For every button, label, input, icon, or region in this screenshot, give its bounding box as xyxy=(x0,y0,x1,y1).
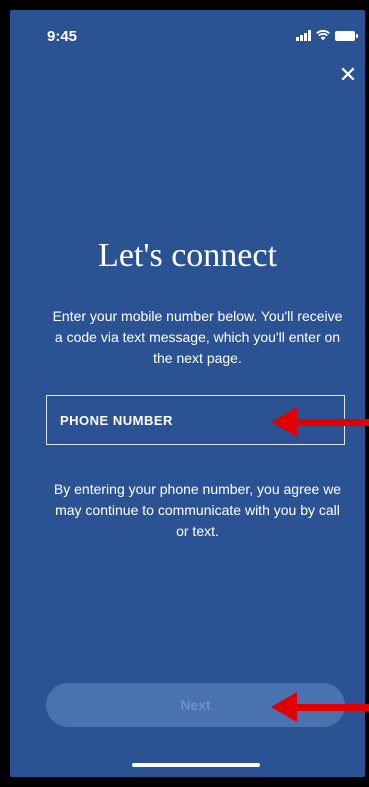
close-button[interactable]: ✕ xyxy=(337,64,359,86)
annotation-arrow-phone xyxy=(271,407,369,437)
app-screen: 9:45 ✕ Let's connect Enter your mobile n… xyxy=(10,10,365,777)
close-icon: ✕ xyxy=(338,62,358,87)
page-title: Let's connect xyxy=(98,237,277,274)
instructions-text: Enter your mobile number below. You'll r… xyxy=(52,308,343,366)
signal-icon xyxy=(296,30,311,41)
annotation-arrow-next xyxy=(271,692,369,722)
status-icons xyxy=(296,30,358,41)
wifi-icon xyxy=(316,30,330,41)
battery-icon xyxy=(335,30,358,41)
arrow-shaft xyxy=(297,703,369,711)
status-time: 9:45 xyxy=(47,28,78,45)
arrow-shaft xyxy=(297,418,369,426)
arrow-head xyxy=(271,692,297,722)
home-indicator xyxy=(132,763,260,767)
status-bar: 9:45 xyxy=(10,10,365,50)
arrow-head xyxy=(271,407,297,437)
consent-text: By entering your phone number, you agree… xyxy=(53,481,342,539)
